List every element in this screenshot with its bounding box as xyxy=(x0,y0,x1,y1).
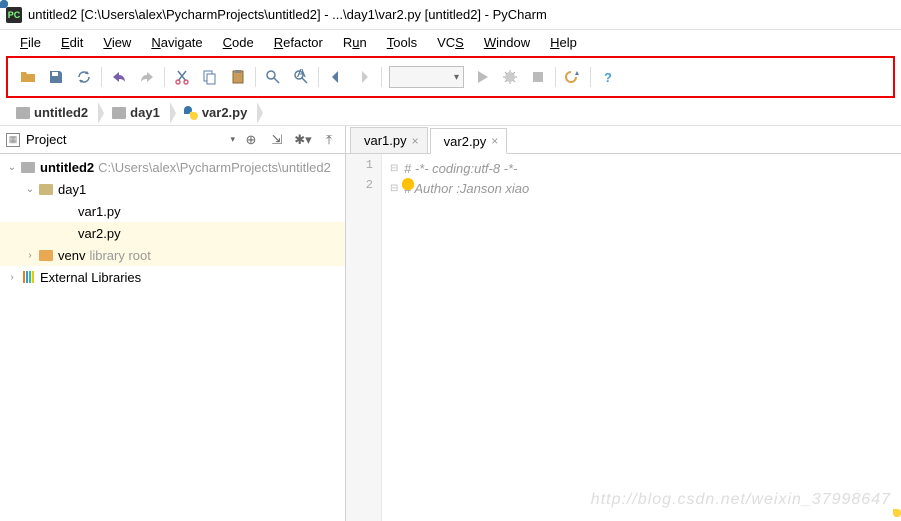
tree-path: C:\Users\alex\PycharmProjects\untitled2 xyxy=(98,160,331,175)
back-icon[interactable] xyxy=(322,63,350,91)
paste-icon[interactable] xyxy=(224,63,252,91)
intention-bulb-icon[interactable] xyxy=(402,178,414,190)
redo-icon[interactable] xyxy=(133,63,161,91)
tree-label: var2.py xyxy=(78,226,121,241)
close-icon[interactable]: × xyxy=(412,134,419,148)
stop-icon[interactable] xyxy=(524,63,552,91)
tree-folder-venv[interactable]: › venv library root xyxy=(0,244,345,266)
run-icon[interactable] xyxy=(468,63,496,91)
sync-icon[interactable] xyxy=(70,63,98,91)
project-panel-header: ▦ Project ▾ ⊕ ⇲ ✱▾ ⤒ xyxy=(0,126,345,154)
crumb-label: untitled2 xyxy=(34,105,88,120)
line-number: 2 xyxy=(346,178,381,198)
open-icon[interactable] xyxy=(14,63,42,91)
window-title: untitled2 [C:\Users\alex\PycharmProjects… xyxy=(28,7,895,22)
expand-toggle-icon[interactable]: › xyxy=(4,272,20,283)
menu-window[interactable]: Window xyxy=(474,33,540,52)
code-area[interactable]: 1 2 ⊟# -*- coding:utf-8 -*- ⊟# Author :J… xyxy=(346,154,901,521)
tab-label: var2.py xyxy=(444,134,487,149)
menu-navigate[interactable]: Navigate xyxy=(141,33,212,52)
tree-label: venv xyxy=(58,248,85,263)
debug-icon[interactable] xyxy=(496,63,524,91)
python-file-icon xyxy=(184,106,198,120)
project-view-dropdown-icon[interactable]: ▾ xyxy=(230,134,235,145)
tree-root[interactable]: ⌄ untitled2 C:\Users\alex\PycharmProject… xyxy=(0,156,345,178)
collapse-all-icon[interactable]: ⇲ xyxy=(267,130,287,150)
tab-var1[interactable]: var1.py × xyxy=(350,127,428,153)
breadcrumb-untitled2[interactable]: untitled2 xyxy=(10,102,98,124)
fold-icon[interactable]: ⊟ xyxy=(390,163,404,174)
code-text: # -*- coding:utf-8 -*- xyxy=(404,161,517,176)
breadcrumb: untitled2 day1 var2.py xyxy=(0,100,901,126)
find-in-path-icon[interactable]: A xyxy=(287,63,315,91)
cut-icon[interactable] xyxy=(168,63,196,91)
tree-note: library root xyxy=(89,248,150,263)
help-icon[interactable]: ? xyxy=(594,63,622,91)
tab-label: var1.py xyxy=(364,133,407,148)
tree-label: day1 xyxy=(58,182,86,197)
folder-icon xyxy=(112,107,126,119)
tree-folder-day1[interactable]: ⌄ day1 xyxy=(0,178,345,200)
svg-text:?: ? xyxy=(604,70,612,85)
crumb-label: day1 xyxy=(130,105,160,120)
breadcrumb-var2[interactable]: var2.py xyxy=(178,102,258,124)
menu-help[interactable]: Help xyxy=(540,33,587,52)
menu-file[interactable]: File xyxy=(10,33,51,52)
menu-tools[interactable]: Tools xyxy=(377,33,427,52)
hide-panel-icon[interactable]: ⤒ xyxy=(319,130,339,150)
menu-code[interactable]: Code xyxy=(213,33,264,52)
forward-icon[interactable] xyxy=(350,63,378,91)
crumb-label: var2.py xyxy=(202,105,248,120)
svg-text:A: A xyxy=(297,69,306,80)
menu-edit[interactable]: Edit xyxy=(51,33,93,52)
expand-toggle-icon[interactable]: › xyxy=(22,250,38,261)
toolbar: A ? xyxy=(10,60,891,94)
project-tree: ⌄ untitled2 C:\Users\alex\PycharmProject… xyxy=(0,154,345,521)
code-content[interactable]: ⊟# -*- coding:utf-8 -*- ⊟# Author :Janso… xyxy=(382,154,901,521)
tab-var2[interactable]: var2.py × xyxy=(430,128,508,154)
watermark: http://blog.csdn.net/weixin_37998647 xyxy=(591,491,891,509)
project-view-icon[interactable]: ▦ xyxy=(6,133,20,147)
menu-vcs[interactable]: VCS xyxy=(427,33,474,52)
undo-icon[interactable] xyxy=(105,63,133,91)
menu-run[interactable]: Run xyxy=(333,33,377,52)
menu-refactor[interactable]: Refactor xyxy=(264,33,333,52)
editor-area: var1.py × var2.py × 1 2 ⊟# -*- coding:ut… xyxy=(346,126,901,521)
menubar: File Edit View Navigate Code Refactor Ru… xyxy=(0,30,901,54)
scroll-to-source-icon[interactable]: ⊕ xyxy=(241,130,261,150)
main-area: ▦ Project ▾ ⊕ ⇲ ✱▾ ⤒ ⌄ untitled2 C:\User… xyxy=(0,126,901,521)
settings-gear-icon[interactable]: ✱▾ xyxy=(293,130,313,150)
project-panel-title[interactable]: Project xyxy=(26,132,224,147)
tree-label: External Libraries xyxy=(40,270,141,285)
find-icon[interactable] xyxy=(259,63,287,91)
project-sidebar: ▦ Project ▾ ⊕ ⇲ ✱▾ ⤒ ⌄ untitled2 C:\User… xyxy=(0,126,346,521)
code-text: # Author :Janson xiao xyxy=(404,181,529,196)
folder-icon xyxy=(39,184,53,195)
update-project-icon[interactable] xyxy=(559,63,587,91)
tree-label: var1.py xyxy=(78,204,121,219)
folder-icon xyxy=(39,250,53,261)
copy-icon[interactable] xyxy=(196,63,224,91)
toolbar-highlight-box: A ? xyxy=(6,56,895,98)
run-config-dropdown[interactable] xyxy=(389,66,464,88)
menu-view[interactable]: View xyxy=(93,33,141,52)
breadcrumb-day1[interactable]: day1 xyxy=(106,102,170,124)
expand-toggle-icon[interactable]: ⌄ xyxy=(4,162,20,173)
pycharm-icon: PC xyxy=(6,7,22,23)
gutter: 1 2 xyxy=(346,154,382,521)
tree-external-libraries[interactable]: › External Libraries xyxy=(0,266,345,288)
tree-file-var1[interactable]: var1.py xyxy=(0,200,345,222)
tree-file-var2[interactable]: var2.py xyxy=(0,222,345,244)
line-number: 1 xyxy=(346,158,381,178)
folder-icon xyxy=(16,107,30,119)
libraries-icon xyxy=(23,271,34,283)
editor-tabs: var1.py × var2.py × xyxy=(346,126,901,154)
close-icon[interactable]: × xyxy=(491,134,498,148)
tree-label: untitled2 xyxy=(40,160,94,175)
save-all-icon[interactable] xyxy=(42,63,70,91)
folder-icon xyxy=(21,162,35,173)
titlebar: PC untitled2 [C:\Users\alex\PycharmProje… xyxy=(0,0,901,30)
expand-toggle-icon[interactable]: ⌄ xyxy=(22,184,38,195)
